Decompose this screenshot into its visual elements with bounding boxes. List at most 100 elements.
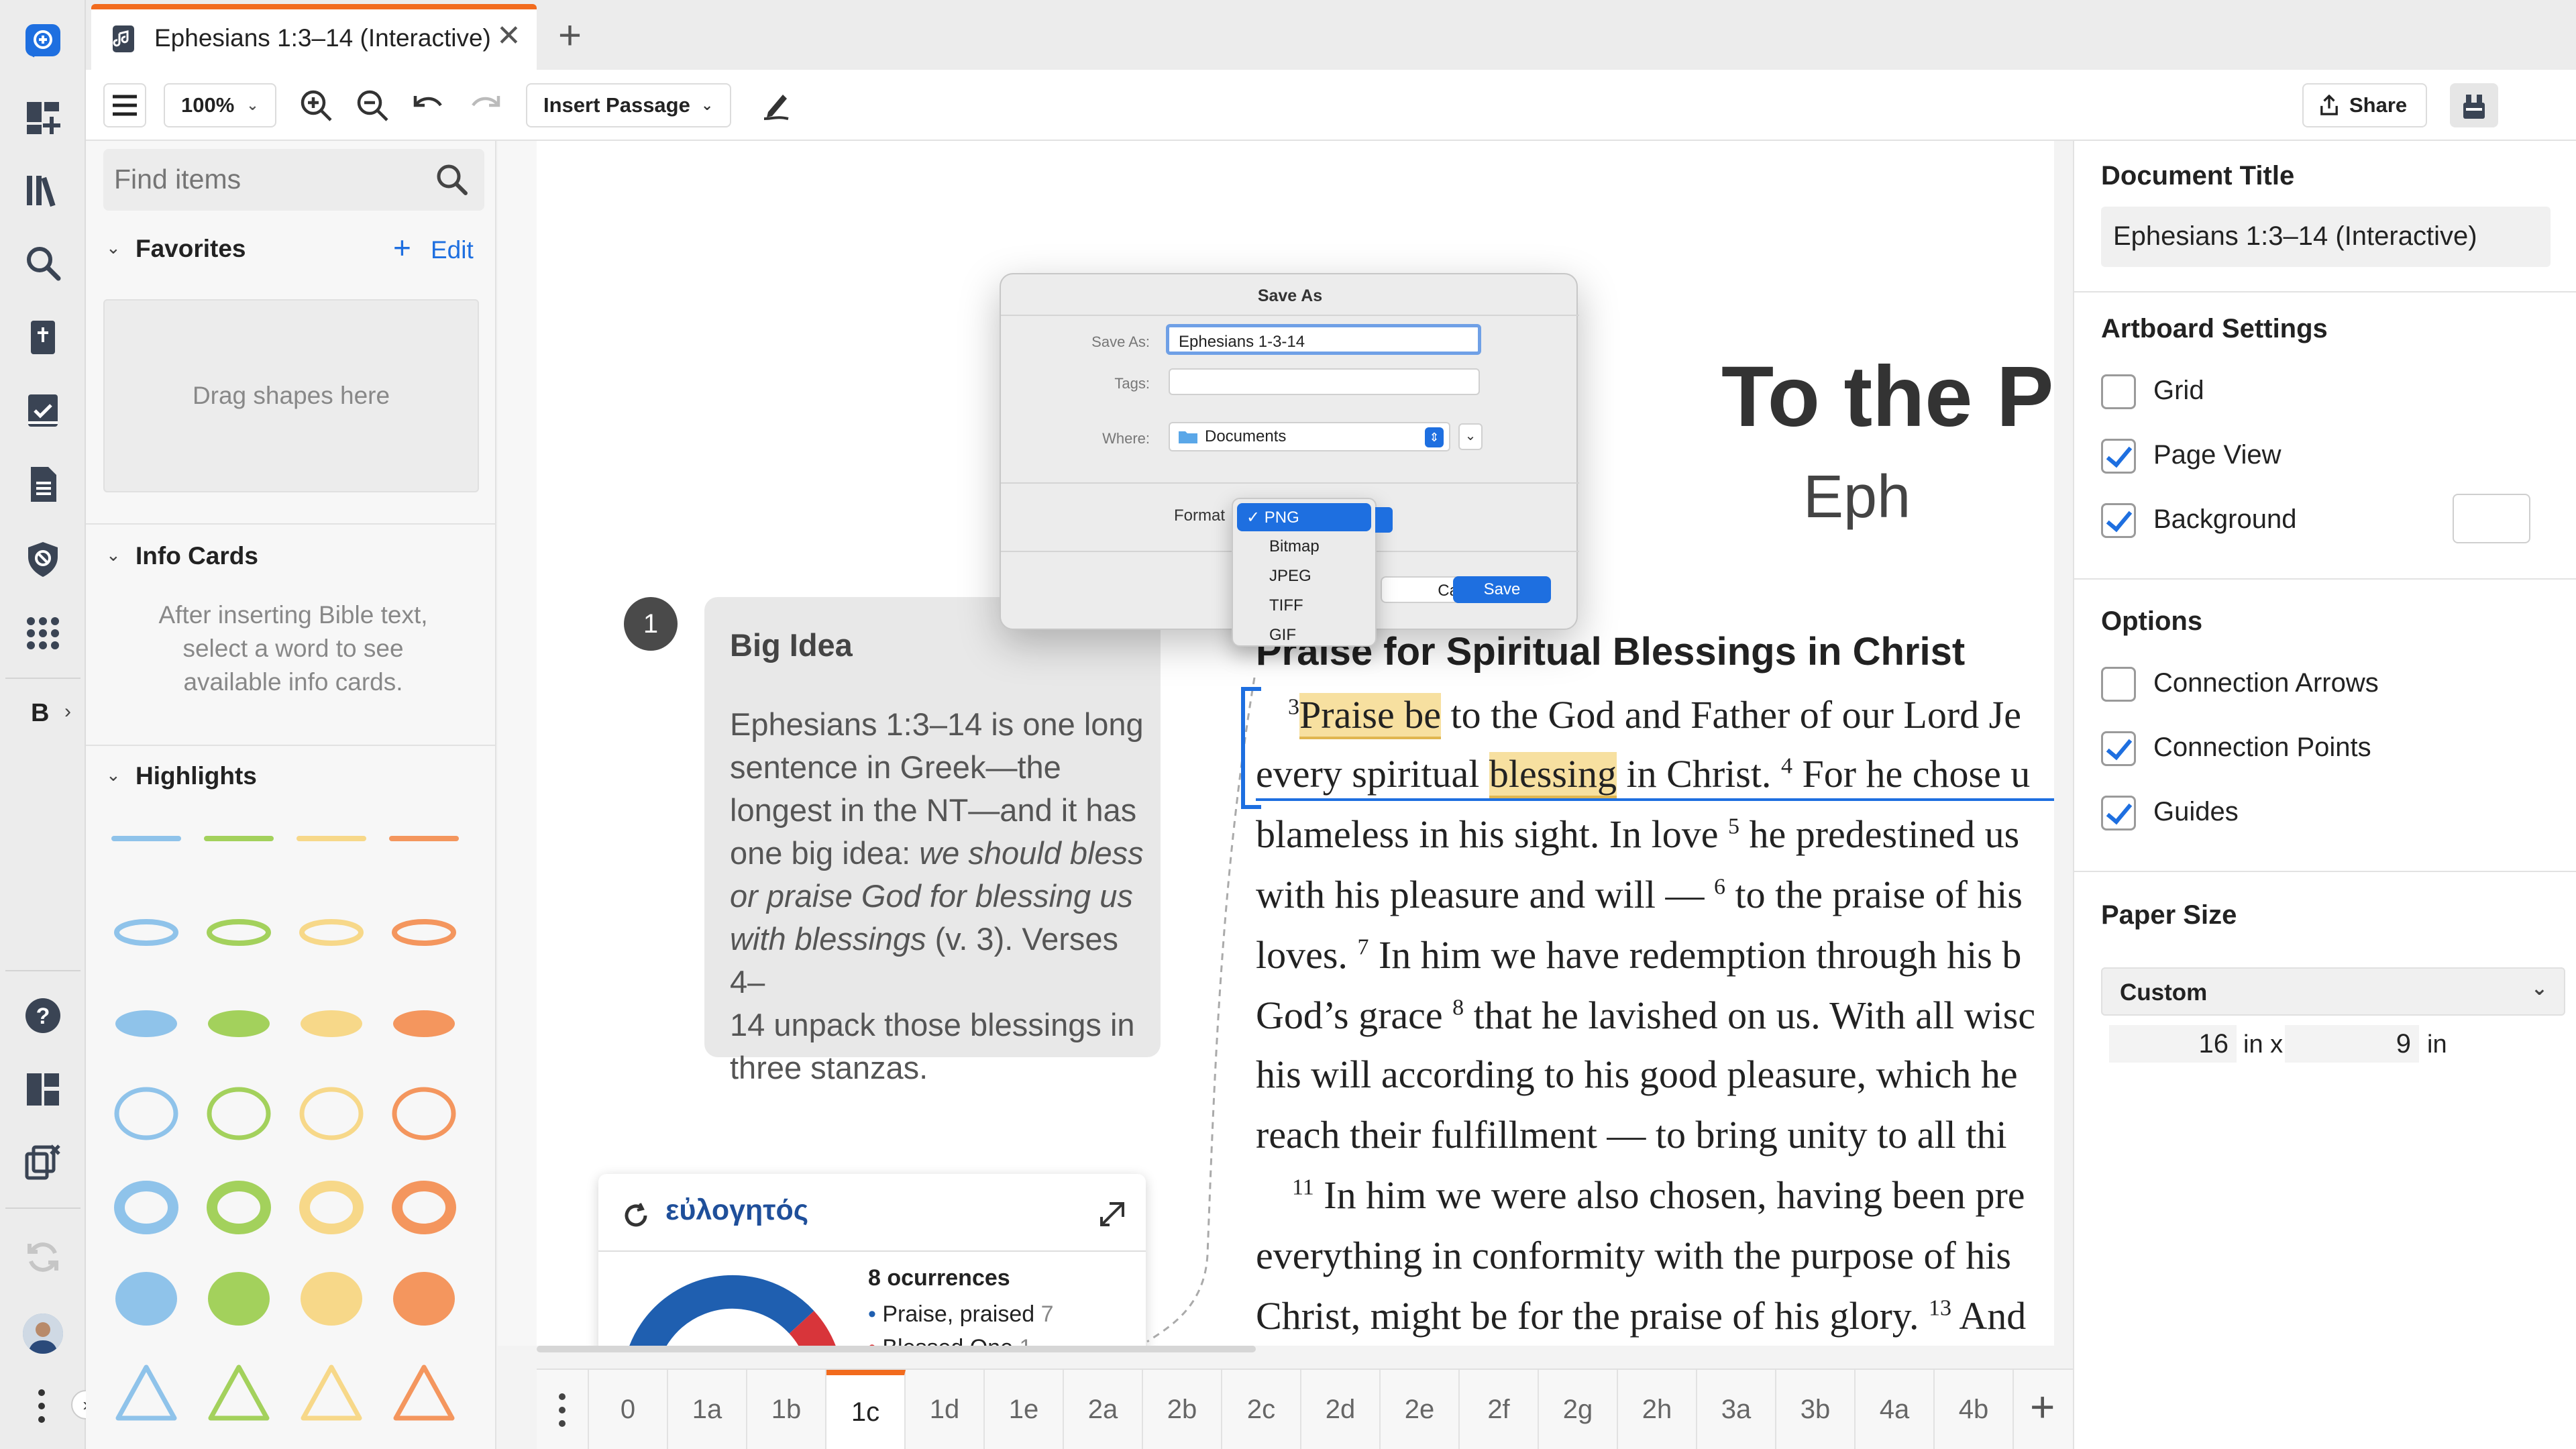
expand-icon[interactable] <box>1096 1198 1128 1230</box>
chevron-down-icon[interactable]: ⌄ <box>106 545 121 566</box>
page-tab-2b[interactable]: 2b <box>1143 1370 1222 1449</box>
highlight-swatch-ellipse-1[interactable] <box>115 1010 177 1037</box>
page-tab-2c[interactable]: 2c <box>1222 1370 1301 1449</box>
highlight-swatch-ring-thick-4[interactable] <box>392 1181 456 1234</box>
page-subheading[interactable]: Eph <box>1803 463 1911 532</box>
highlight-swatch-ring-thin-1[interactable] <box>114 919 178 946</box>
page-tab-1a[interactable]: 1a <box>668 1370 747 1449</box>
page-tab-4a[interactable]: 4a <box>1856 1370 1935 1449</box>
new-document-icon[interactable] <box>21 20 64 63</box>
highlight-swatch-ring-thick-1[interactable] <box>114 1181 178 1234</box>
document-tab[interactable]: Ephesians 1:3–14 (Interactive) ✕ <box>91 4 537 70</box>
insert-passage-button[interactable]: Insert Passage ⌄ <box>526 83 731 127</box>
highlight-swatch-ring-thin-2[interactable] <box>207 919 271 946</box>
verse-line-7[interactable]: his will according to his good pleasure,… <box>1256 1052 2018 1097</box>
highlight-swatch-triangle-3[interactable] <box>301 1364 362 1421</box>
guides-checkbox[interactable] <box>2101 796 2136 830</box>
verse-line-6[interactable]: God’s grace 8 that he lavished on us. Wi… <box>1256 993 2035 1038</box>
avatar[interactable] <box>23 1313 63 1354</box>
verse-line-9[interactable]: 11 In him we were also chosen, having be… <box>1292 1173 2025 1218</box>
highlight-swatch-triangle-4[interactable] <box>393 1364 455 1421</box>
page-heading[interactable]: To the Pra <box>1721 347 2054 446</box>
highlight-swatch-ring-thick-3[interactable] <box>299 1181 364 1234</box>
format-option-bitmap[interactable]: Bitmap <box>1237 533 1371 561</box>
connection-arrows-checkbox[interactable] <box>2101 667 2136 702</box>
undo-icon[interactable] <box>408 85 449 126</box>
close-panels-icon[interactable] <box>21 1140 64 1183</box>
checklist-icon[interactable] <box>21 389 64 432</box>
horizontal-scrollbar[interactable] <box>537 1346 1256 1352</box>
add-icon[interactable]: + <box>393 229 411 266</box>
zoom-in-icon[interactable] <box>295 85 337 126</box>
document-icon[interactable] <box>21 463 64 506</box>
connection-points-checkbox[interactable] <box>2101 731 2136 766</box>
paper-size-select[interactable]: Custom ⌄ <box>2101 967 2565 1016</box>
tags-input[interactable] <box>1169 368 1480 395</box>
highlight-swatch-ring-3[interactable] <box>299 1087 364 1140</box>
chevron-down-icon[interactable]: ⌄ <box>106 237 121 258</box>
pen-icon[interactable] <box>755 85 797 126</box>
zoom-select[interactable]: 100% ⌄ <box>164 83 276 127</box>
paper-height-input[interactable]: 9 <box>2285 1025 2419 1063</box>
redo-icon[interactable] <box>464 85 506 126</box>
verse-line-8[interactable]: reach their fulfillment — to bring unity… <box>1256 1112 2006 1157</box>
highlight-swatch-triangle-1[interactable] <box>115 1364 177 1421</box>
favorites-drop-zone[interactable]: Drag shapes here <box>103 299 479 492</box>
page-tab-4b[interactable]: 4b <box>1935 1370 2014 1449</box>
apps-grid-icon[interactable] <box>21 612 64 655</box>
chevron-right-icon[interactable]: › <box>64 700 71 723</box>
background-color-swatch[interactable] <box>2453 494 2530 543</box>
more-vertical-icon[interactable] <box>35 1386 48 1426</box>
bible-icon[interactable] <box>21 317 64 360</box>
highlight-swatch-blob-3[interactable] <box>301 1272 362 1326</box>
highlight-swatch-ring-2[interactable] <box>207 1087 271 1140</box>
step-number-badge[interactable]: 1 <box>624 597 678 651</box>
page-tab-1b[interactable]: 1b <box>747 1370 826 1449</box>
help-icon[interactable]: ? <box>21 994 64 1037</box>
search-box[interactable] <box>103 149 484 211</box>
highlight-swatch-ring-thick-2[interactable] <box>207 1181 271 1234</box>
save-button[interactable]: Save <box>1453 576 1551 603</box>
search-input[interactable] <box>114 158 429 200</box>
highlight-swatch-blob-2[interactable] <box>208 1272 270 1326</box>
dashboard-add-icon[interactable] <box>21 97 64 140</box>
verse-line-3[interactable]: blameless in his sight. In love 5 he pre… <box>1256 812 2019 857</box>
format-option-png[interactable]: ✓ PNG <box>1237 503 1371 531</box>
highlight-swatch-ellipse-2[interactable] <box>208 1010 270 1037</box>
filename-input[interactable]: Ephesians 1-3-14 <box>1166 324 1481 355</box>
highlight-swatch-ring-thin-3[interactable] <box>299 919 364 946</box>
verse-line-4[interactable]: with his pleasure and will — 6 to the pr… <box>1256 872 2023 917</box>
sync-icon[interactable] <box>21 1236 64 1279</box>
page-tab-2f[interactable]: 2f <box>1460 1370 1539 1449</box>
verse-line-5[interactable]: loves. 7 In him we have redemption throu… <box>1256 932 2021 977</box>
highlight-swatch-blob-4[interactable] <box>393 1272 455 1326</box>
search-icon[interactable] <box>435 162 470 197</box>
format-option-tiff[interactable]: TIFF <box>1237 592 1371 620</box>
add-page-button[interactable]: + <box>2030 1382 2055 1432</box>
page-tab-1d[interactable]: 1d <box>906 1370 985 1449</box>
layout-icon[interactable] <box>21 1068 64 1111</box>
favorites-edit-link[interactable]: Edit <box>431 236 474 264</box>
page-tab-3a[interactable]: 3a <box>1697 1370 1776 1449</box>
search-icon[interactable] <box>21 241 64 284</box>
verse-line-10[interactable]: everything in conformity with the purpos… <box>1256 1233 2011 1278</box>
page-tab-2h[interactable]: 2h <box>1618 1370 1697 1449</box>
more-vertical-icon[interactable] <box>555 1390 569 1430</box>
highlight-swatch-triangle-2[interactable] <box>208 1364 270 1421</box>
background-checkbox[interactable] <box>2101 503 2136 538</box>
page-view-checkbox[interactable] <box>2101 439 2136 474</box>
page-tab-2a[interactable]: 2a <box>1064 1370 1143 1449</box>
grid-checkbox[interactable] <box>2101 374 2136 409</box>
big-idea-card[interactable]: Big Idea Ephesians 1:3–14 is one long se… <box>704 597 1161 1085</box>
highlight-swatches[interactable] <box>99 832 475 1449</box>
panel-toggle-button[interactable] <box>2450 83 2498 127</box>
format-option-jpeg[interactable]: JPEG <box>1237 562 1371 590</box>
page-tab-3b[interactable]: 3b <box>1776 1370 1856 1449</box>
highlight-swatch-ring-4[interactable] <box>392 1087 456 1140</box>
document-title-input[interactable]: Ephesians 1:3–14 (Interactive) <box>2101 207 2551 267</box>
format-option-gif[interactable]: GIF <box>1237 621 1371 649</box>
page-tab-1e[interactable]: 1e <box>985 1370 1064 1449</box>
page-tab-1c[interactable]: 1c <box>826 1370 906 1449</box>
highlight-swatch-ellipse-3[interactable] <box>301 1010 362 1037</box>
where-select[interactable]: Documents ⇕ <box>1169 422 1450 451</box>
